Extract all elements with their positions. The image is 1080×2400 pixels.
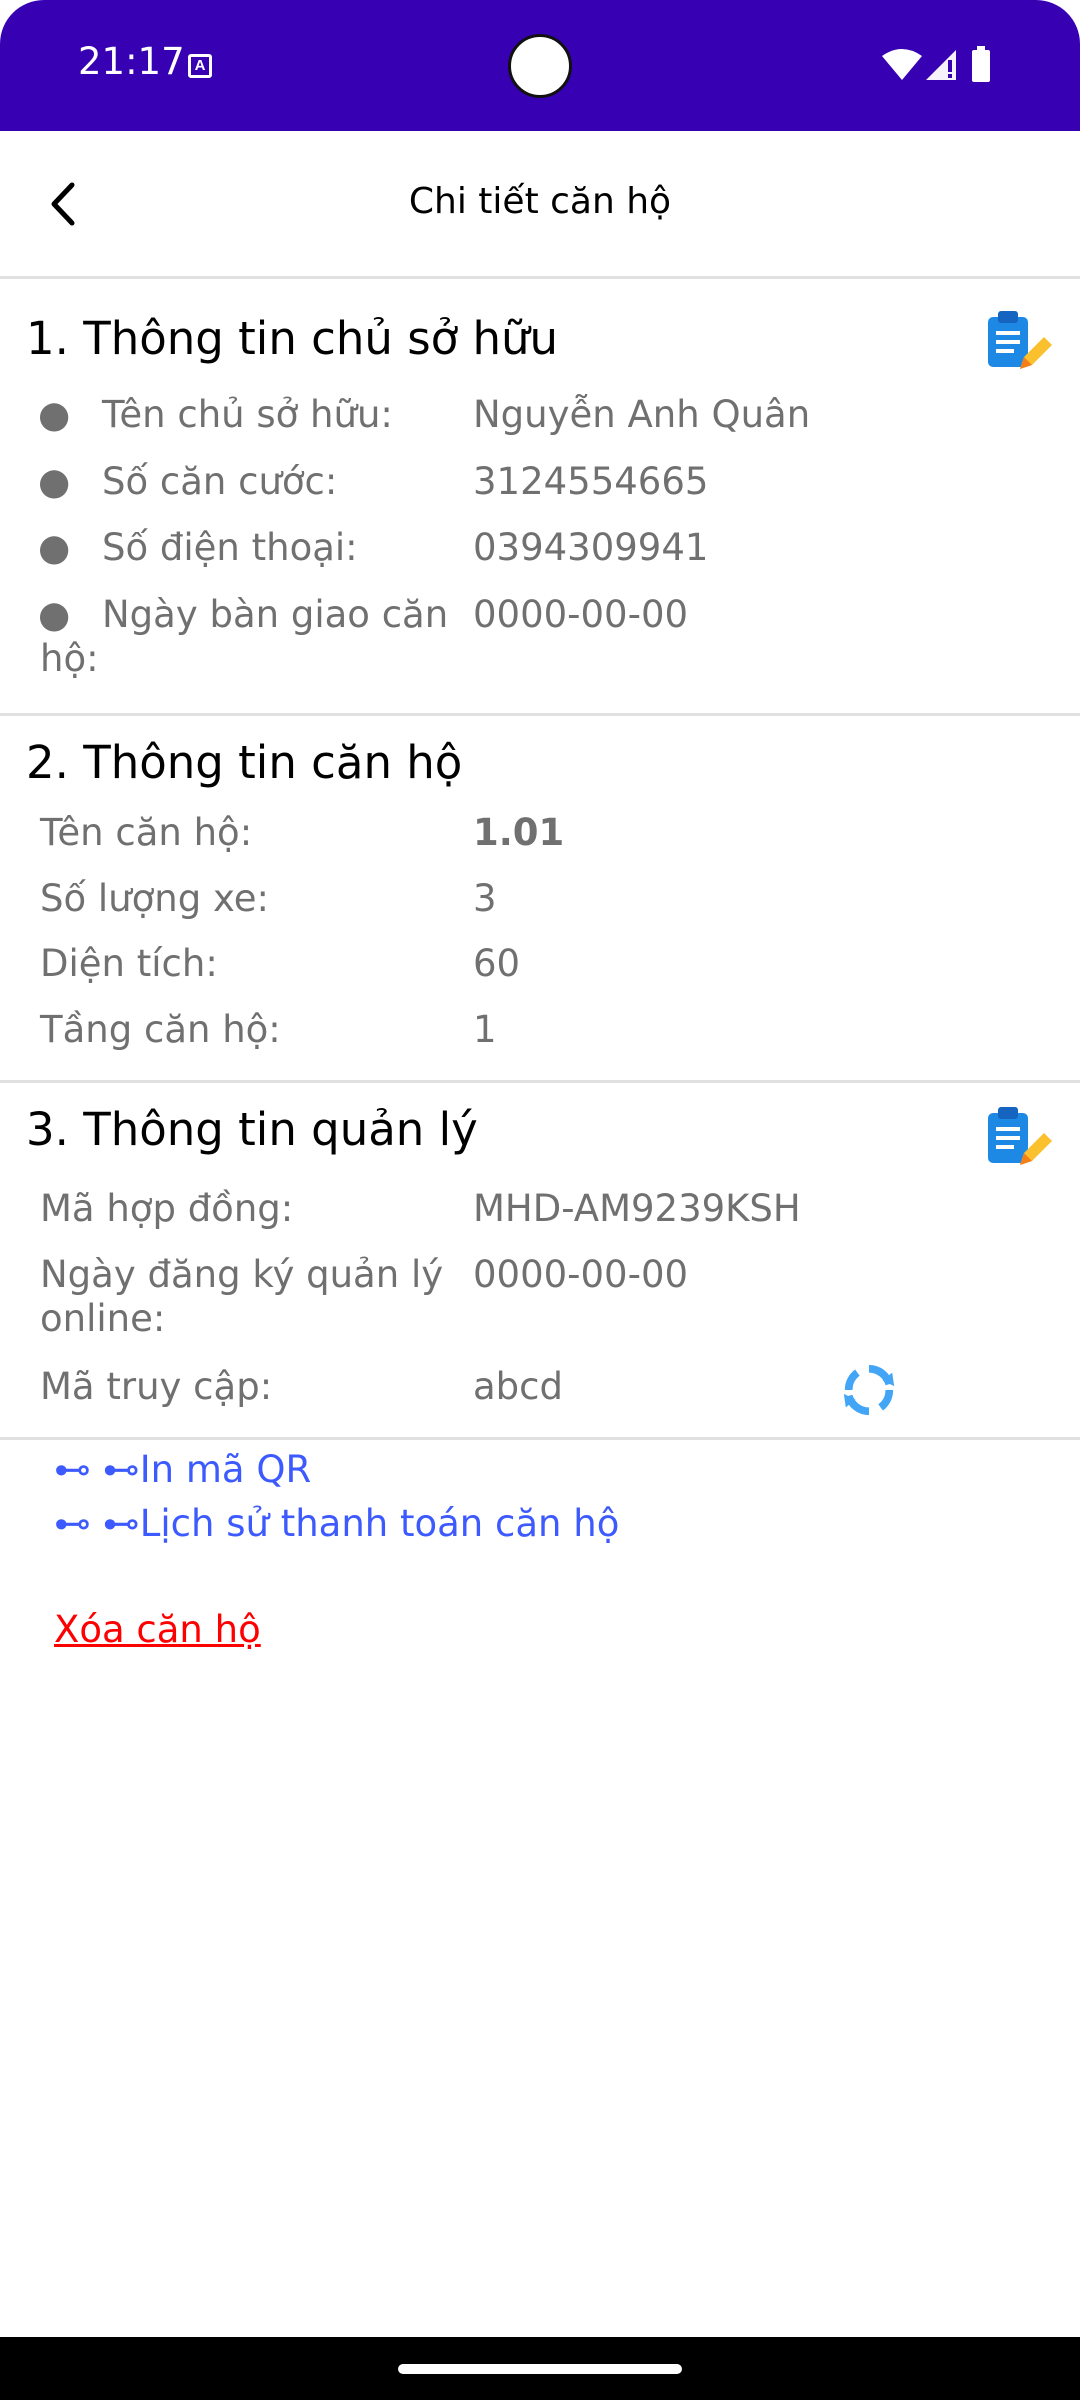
access-code-value: abcd	[473, 1365, 563, 1408]
id-number-label: Số căn cước:	[102, 460, 338, 503]
management-info-section: 3. Thông tin quản lý Mã hợp đồng: MHD-AM…	[0, 1083, 1080, 1440]
id-number-value: 3124554665	[473, 460, 709, 503]
refresh-icon[interactable]	[840, 1361, 898, 1419]
apartment-name-value: 1.01	[473, 811, 565, 854]
camera-cutout	[508, 34, 572, 98]
handover-date-value: 0000-00-00	[473, 593, 689, 636]
apartment-section-title: 2. Thông tin căn hộ	[26, 736, 463, 789]
status-bar: 21:17 A	[0, 0, 1080, 131]
contract-code-label: Mã hợp đồng:	[40, 1187, 294, 1230]
bullet: ●	[38, 460, 71, 503]
floor-label: Tầng căn hộ:	[40, 1008, 281, 1051]
floor-value: 1	[473, 1008, 497, 1051]
owner-name-label: Tên chủ sở hữu:	[102, 393, 393, 436]
contract-code-value: MHD-AM9239KSH	[473, 1187, 801, 1230]
delete-apartment-link[interactable]: Xóa căn hộ	[54, 1608, 261, 1651]
page-title: Chi tiết căn hộ	[408, 181, 672, 222]
handover-date-label-line2: hộ:	[40, 637, 99, 680]
status-time: 21:17	[78, 40, 185, 83]
vehicle-count-value: 3	[473, 877, 497, 920]
phone-value: 0394309941	[473, 526, 709, 569]
vehicle-count-label: Số lượng xe:	[40, 877, 269, 920]
bullet: ●	[38, 593, 71, 636]
bullet: ●	[38, 526, 71, 569]
management-section-title: 3. Thông tin quản lý	[26, 1103, 478, 1156]
handover-date-label-line1: Ngày bàn giao căn	[102, 593, 449, 636]
apartment-info-section: 2. Thông tin căn hộ Tên căn hộ: 1.01 Số …	[0, 716, 1080, 1083]
phone-label: Số điện thoại:	[102, 526, 358, 569]
owner-info-section: 1. Thông tin chủ sở hữu ● Tên chủ sở hữu…	[0, 279, 1080, 716]
home-gesture-handle[interactable]	[398, 2364, 682, 2374]
apartment-name-label: Tên căn hộ:	[40, 811, 253, 854]
bullet: ●	[38, 393, 71, 436]
app-bar: Chi tiết căn hộ	[0, 131, 1080, 279]
online-registration-label-line1: Ngày đăng ký quản lý	[40, 1253, 444, 1296]
wifi-icon	[882, 49, 922, 80]
access-code-label: Mã truy cập:	[40, 1365, 273, 1408]
online-registration-value: 0000-00-00	[473, 1253, 689, 1296]
online-registration-label-line2: online:	[40, 1297, 166, 1340]
system-nav-bar	[0, 2337, 1080, 2400]
payment-history-link[interactable]: ⊷ ⊷Lịch sử thanh toán căn hộ	[54, 1502, 619, 1545]
owner-section-title: 1. Thông tin chủ sở hữu	[26, 312, 559, 365]
clipboard-edit-icon[interactable]	[980, 307, 1054, 381]
area-value: 60	[473, 942, 521, 985]
notification-icon: A	[188, 54, 212, 78]
owner-name-value: Nguyễn Anh Quân	[473, 393, 811, 436]
clipboard-edit-icon[interactable]	[980, 1103, 1054, 1177]
area-label: Diện tích:	[40, 942, 218, 985]
battery-icon	[972, 46, 990, 82]
status-icons	[882, 46, 990, 82]
print-qr-link[interactable]: ⊷ ⊷In mã QR	[54, 1448, 311, 1491]
signal-icon	[926, 50, 956, 80]
